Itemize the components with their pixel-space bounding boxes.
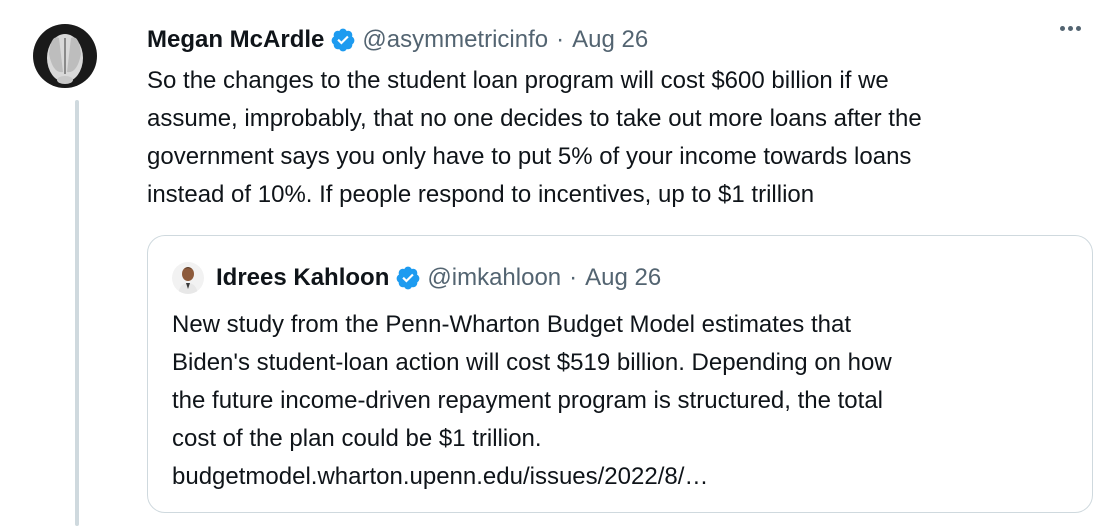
author-avatar[interactable] [33, 24, 97, 88]
more-options-icon[interactable] [1060, 26, 1081, 31]
quoted-tweet-card[interactable]: Idrees Kahloon @imkahloon · Aug 26 New s… [147, 235, 1093, 513]
author-name[interactable]: Megan McArdle [147, 26, 324, 54]
verified-badge-icon [330, 27, 356, 53]
thread-connector-line [75, 100, 79, 526]
separator-dot: · [569, 264, 578, 291]
quoted-tweet-text: New study from the Penn-Wharton Budget M… [172, 311, 892, 490]
tweet[interactable]: Megan McArdle @asymmetricinfo · Aug 26 S… [147, 22, 1067, 214]
quoted-author-handle[interactable]: @imkahloon [427, 264, 561, 292]
quoted-tweet-header: Idrees Kahloon @imkahloon · Aug 26 [172, 260, 661, 296]
tweet-header: Megan McArdle @asymmetricinfo · Aug 26 [147, 22, 1067, 58]
author-handle[interactable]: @asymmetricinfo [362, 26, 548, 54]
quoted-author-avatar[interactable] [172, 262, 204, 294]
separator-dot: · [556, 26, 565, 53]
tweet-text: So the changes to the student loan progr… [147, 67, 922, 208]
quoted-tweet-date[interactable]: Aug 26 [585, 264, 661, 292]
tweet-date[interactable]: Aug 26 [572, 26, 648, 54]
quoted-author-name[interactable]: Idrees Kahloon [216, 264, 389, 292]
verified-badge-icon [395, 265, 421, 291]
